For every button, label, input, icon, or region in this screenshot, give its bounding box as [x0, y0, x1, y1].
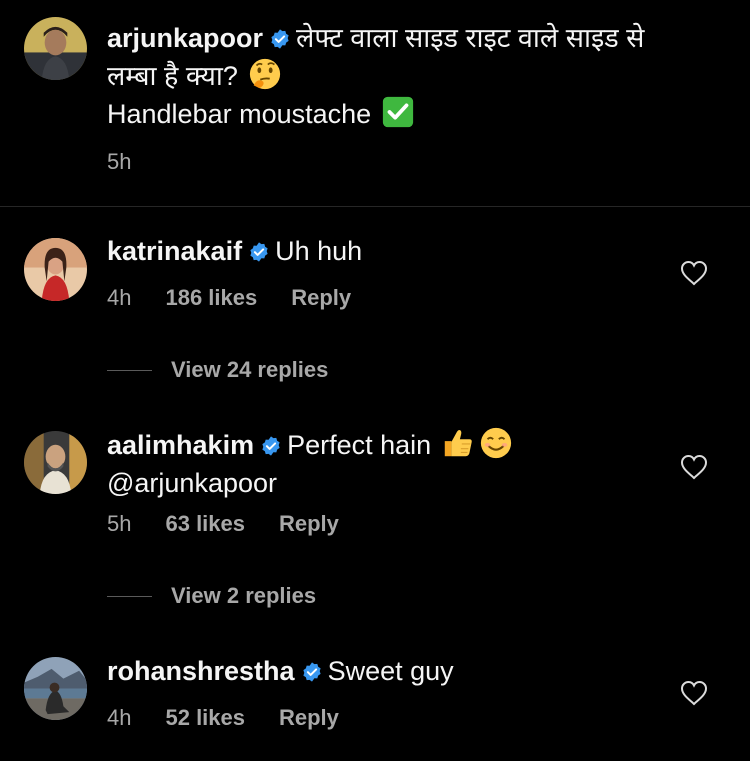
- caption-text-line1: लेफ्ट वाला साइड राइट वाले साइड से: [296, 23, 645, 53]
- verified-badge-icon: [260, 435, 282, 457]
- comment-meta: 4h 52 likes Reply: [107, 705, 339, 731]
- comment-likes[interactable]: 186 likes: [165, 285, 257, 311]
- view-replies-label: View 24 replies: [171, 357, 329, 382]
- caption-time: 5h: [107, 149, 132, 174]
- comment-text: Sweet guy: [327, 656, 454, 686]
- caption-divider: [0, 206, 750, 207]
- caption-avatar[interactable]: [24, 17, 87, 80]
- comment-time: 4h: [107, 285, 132, 310]
- avatar-image-katrinakaif: [24, 238, 87, 301]
- view-replies-label: View 2 replies: [171, 583, 317, 608]
- comment-text: Uh huh: [275, 236, 363, 266]
- comment-meta: 5h 63 likes Reply: [107, 511, 339, 537]
- caption-text-line3: Handlebar moustache: [107, 99, 372, 129]
- comment-username[interactable]: aalimhakim: [107, 430, 254, 460]
- thumbs-up-emoji-icon: [441, 426, 475, 460]
- avatar-image-arjunkapoor: [24, 17, 87, 80]
- comment-meta: 4h 186 likes Reply: [107, 285, 351, 311]
- comment-mention[interactable]: @arjunkapoor: [107, 468, 277, 498]
- comment-body: aalimhakim Perfect hain @arjunkapoor: [107, 426, 677, 502]
- verified-badge-icon: [301, 661, 323, 683]
- comment-likes[interactable]: 63 likes: [165, 511, 245, 537]
- caption-text-line2: लम्बा है क्या?: [107, 61, 238, 91]
- check-mark-emoji-icon: [381, 95, 415, 129]
- view-replies-button[interactable]: View 24 replies: [107, 357, 328, 383]
- smiling-face-emoji-icon: [479, 426, 513, 460]
- like-heart-icon[interactable]: [680, 260, 708, 286]
- comment-body: katrinakaif Uh huh: [107, 232, 677, 270]
- view-replies-divider: [107, 369, 152, 371]
- reply-button[interactable]: Reply: [279, 511, 339, 537]
- like-heart-icon[interactable]: [680, 680, 708, 706]
- reply-button[interactable]: Reply: [291, 285, 351, 311]
- comment-avatar[interactable]: [24, 657, 87, 720]
- comment-time: 5h: [107, 511, 132, 536]
- thinking-face-emoji-icon: [248, 57, 282, 91]
- view-replies-button[interactable]: View 2 replies: [107, 583, 316, 609]
- verified-badge-icon: [269, 28, 291, 50]
- verified-badge-icon: [248, 241, 270, 263]
- like-heart-icon[interactable]: [680, 454, 708, 480]
- caption-body: arjunkapoor लेफ्ट वाला साइड राइट वाले साइ…: [107, 19, 677, 133]
- comment-likes[interactable]: 52 likes: [165, 705, 245, 731]
- avatar-image-aalimhakim: [24, 431, 87, 494]
- comment-time: 4h: [107, 705, 132, 730]
- view-replies-divider: [107, 595, 152, 597]
- avatar-image-rohanshrestha: [24, 657, 87, 720]
- reply-button[interactable]: Reply: [279, 705, 339, 731]
- comment-body: rohanshrestha Sweet guy: [107, 652, 677, 690]
- caption-meta: 5h: [107, 149, 131, 175]
- comment-username[interactable]: rohanshrestha: [107, 656, 295, 686]
- caption-username[interactable]: arjunkapoor: [107, 23, 263, 53]
- comment-text: Perfect hain: [287, 430, 432, 460]
- comment-avatar[interactable]: [24, 431, 87, 494]
- comment-username[interactable]: katrinakaif: [107, 236, 242, 266]
- comment-avatar[interactable]: [24, 238, 87, 301]
